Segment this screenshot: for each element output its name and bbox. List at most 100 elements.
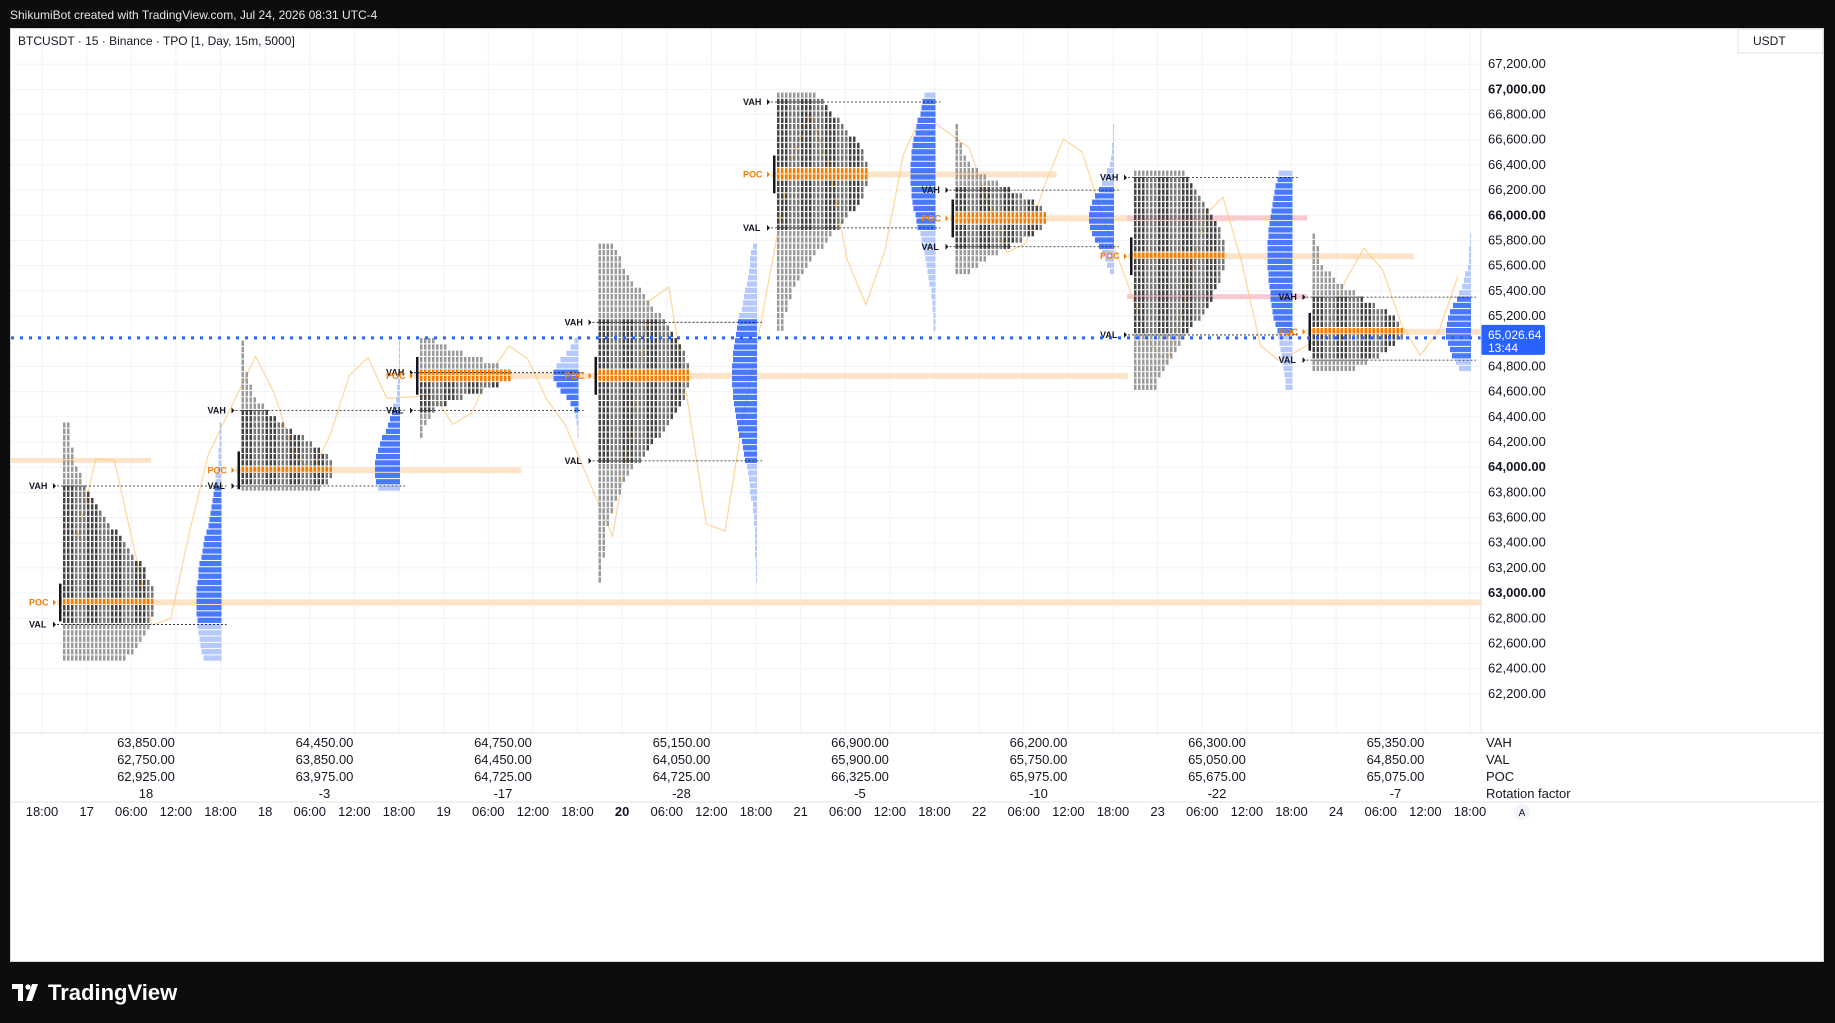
tpo-block [1202, 290, 1205, 296]
symbol-header[interactable]: BTCUSDT · 15 · Binance · TPO [1, Day, 15… [18, 34, 295, 48]
tpo-block [777, 161, 780, 168]
tpo-block [825, 155, 828, 161]
tpo-block [959, 224, 962, 231]
tpo-block [801, 231, 804, 237]
tpo-block [277, 460, 280, 466]
tpo-block [71, 617, 74, 623]
volume-bar [1446, 334, 1471, 340]
tpo-block [1178, 246, 1181, 252]
volume-bar [744, 294, 757, 300]
tpo-block [991, 231, 994, 237]
tpo-block [841, 186, 844, 193]
poc-block [841, 174, 844, 180]
chart-frame[interactable]: VAH VAL POC VAH VAL POC VAH VAL POC VAH VAL POC VAH V… [10, 28, 1824, 962]
tpo-block [1138, 258, 1141, 265]
tpo-block [801, 98, 804, 105]
tpo-block [1142, 265, 1145, 271]
tpo-block [634, 451, 637, 457]
poc-block [79, 598, 82, 605]
volume-bar [574, 338, 579, 344]
tpo-block [71, 491, 74, 497]
tpo-block [955, 149, 958, 155]
tpo-block [1210, 258, 1213, 265]
tpo-block [813, 142, 816, 149]
tpo-block [452, 382, 455, 388]
tpo-block [1214, 220, 1217, 227]
poc-block [1324, 328, 1327, 334]
tpo-block [71, 466, 74, 472]
tpo-block [91, 510, 94, 516]
tpo-block [785, 287, 788, 293]
tpo-block [269, 422, 272, 428]
tpo-block [452, 363, 455, 369]
tpo-block [317, 453, 320, 460]
volume-bar [924, 92, 936, 98]
tpo-block [1146, 195, 1149, 202]
tpo-block [682, 350, 685, 356]
tpo-block [777, 275, 780, 281]
tpo-block [75, 472, 78, 479]
tpo-chart[interactable]: VAHVALPOCVAHVALPOCVAHVALPOCVAHVALPOCVAHV… [11, 29, 1823, 961]
poc-block [614, 369, 617, 375]
tpo-block [1015, 224, 1018, 231]
volume-bar [1283, 365, 1293, 372]
tpo-block [610, 438, 613, 445]
tpo-block [598, 539, 601, 545]
tpo-block [614, 438, 617, 445]
volume-bar [576, 419, 579, 426]
tpo-block [614, 388, 617, 394]
poc-block [686, 369, 689, 375]
poc-block [103, 598, 106, 605]
tpo-block [833, 136, 836, 142]
tpo-block [1198, 208, 1201, 214]
tpo-block [107, 542, 110, 548]
tpo-block [79, 655, 82, 661]
tpo-block [99, 605, 102, 611]
tpo-block [785, 155, 788, 161]
tpo-block [622, 394, 625, 401]
tpo-block [1011, 199, 1014, 205]
tpo-block [281, 479, 284, 485]
tradingview-logo[interactable]: TradingView [12, 980, 177, 1006]
tpo-block [1150, 296, 1153, 302]
tpo-block [654, 325, 657, 331]
tpo-block [1344, 290, 1347, 296]
tpo-block [821, 111, 824, 117]
tpo-block [1182, 283, 1185, 290]
tpo-block [1158, 239, 1161, 246]
tpo-block [83, 523, 86, 529]
tpo-block [79, 567, 82, 573]
tpo-block [241, 372, 244, 378]
tpo-block [955, 193, 958, 199]
tpo-block [71, 504, 74, 510]
tpo-block [63, 479, 66, 485]
tpo-block [797, 231, 800, 237]
tpo-block [75, 592, 78, 598]
tpo-block [618, 350, 621, 356]
tpo-block [610, 495, 613, 501]
tpo-block [598, 394, 601, 401]
tpo-block [809, 98, 812, 105]
tpo-block [618, 262, 621, 268]
tpo-block [987, 243, 990, 249]
tpo-block [1166, 208, 1169, 214]
tpo-block [853, 142, 856, 149]
tpo-block [1194, 202, 1197, 208]
tpo-block [79, 605, 82, 611]
tpo-block [829, 180, 832, 186]
tpo-block [95, 605, 98, 611]
tpo-block [1178, 265, 1181, 271]
tpo-block [79, 592, 82, 598]
session-open-marker [237, 451, 240, 490]
val-marker-label: VAL [29, 620, 47, 630]
tpo-block [598, 363, 601, 369]
tpo-block [1174, 265, 1177, 271]
tpo-block [1328, 315, 1331, 321]
volume-bar [1468, 265, 1471, 271]
tpo-block [277, 472, 280, 479]
tpo-block [75, 649, 78, 655]
volume-bar [920, 231, 936, 237]
poc-marker-label: POC [386, 371, 406, 381]
poc-block [1222, 252, 1225, 258]
tpo-block [71, 655, 74, 661]
